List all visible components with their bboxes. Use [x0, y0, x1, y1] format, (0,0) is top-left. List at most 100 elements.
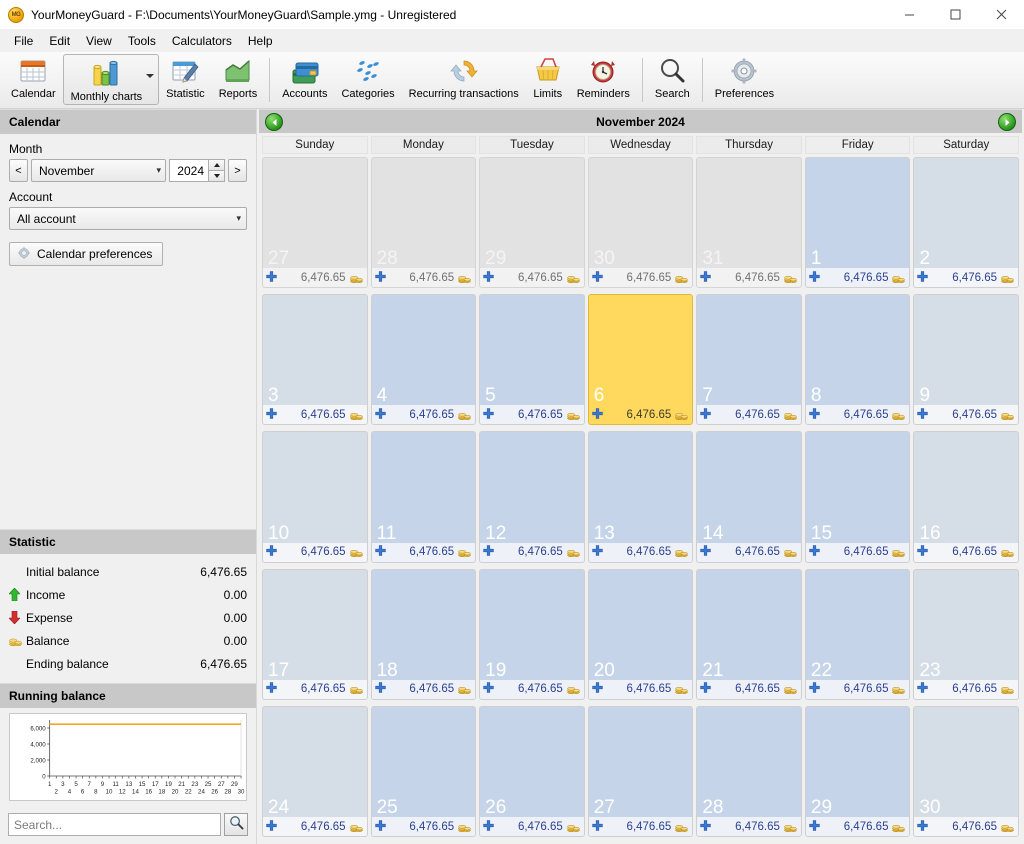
calendar-day-cell[interactable]: 25 6,476.65 [370, 705, 477, 838]
account-combo[interactable]: All account ▾ [9, 207, 247, 230]
blue-plus-icon[interactable] [700, 543, 712, 561]
minimize-button[interactable] [886, 0, 932, 30]
blue-plus-icon[interactable] [374, 680, 386, 698]
coins-icon[interactable] [458, 683, 471, 695]
blue-plus-icon[interactable] [809, 818, 820, 836]
previous-month-arrow-icon[interactable] [265, 113, 283, 131]
close-button[interactable] [978, 0, 1024, 30]
toolbar-button-calendar[interactable]: Calendar [4, 52, 63, 108]
coins-icon[interactable] [349, 546, 363, 558]
coins-icon[interactable] [1001, 683, 1014, 695]
toolbar-button-categories[interactable]: Categories [334, 52, 401, 108]
blue-plus-icon[interactable] [374, 543, 386, 561]
blue-plus-icon[interactable] [917, 818, 929, 836]
coins-icon[interactable] [567, 409, 580, 421]
calendar-day-cell[interactable]: 27 6,476.65 [587, 705, 694, 838]
toolbar-button-reminders[interactable]: Reminders [570, 52, 637, 108]
calendar-day-cell[interactable]: 31 6,476.65 [696, 157, 802, 289]
coins-icon[interactable] [567, 683, 580, 695]
coins-icon[interactable] [784, 821, 797, 833]
blue-plus-icon[interactable] [483, 543, 494, 561]
blue-plus-icon[interactable] [700, 269, 712, 287]
coins-icon[interactable] [458, 821, 471, 833]
blue-plus-icon[interactable] [266, 818, 277, 836]
coins-icon[interactable] [567, 546, 580, 558]
calendar-day-cell[interactable]: 22 6,476.65 [804, 568, 911, 700]
calendar-day-cell[interactable]: 29 6,476.65 [804, 705, 911, 838]
toolbar-button-accounts[interactable]: Accounts [275, 52, 334, 108]
blue-plus-icon[interactable] [700, 680, 712, 698]
calendar-day-cell[interactable]: 12 6,476.65 [479, 431, 585, 563]
calendar-day-cell[interactable]: 18 6,476.65 [370, 568, 477, 700]
blue-plus-icon[interactable] [809, 680, 820, 698]
maximize-button[interactable] [932, 0, 978, 30]
search-button[interactable] [224, 813, 248, 836]
coins-icon[interactable] [349, 683, 363, 695]
blue-plus-icon[interactable] [483, 680, 494, 698]
calendar-day-cell[interactable]: 6 6,476.65 [587, 294, 694, 426]
coins-icon[interactable] [458, 546, 471, 558]
coins-icon[interactable] [892, 272, 906, 284]
toolbar-button-monthly-charts[interactable]: Monthly charts [62, 54, 160, 105]
blue-plus-icon[interactable] [483, 269, 494, 287]
calendar-day-cell[interactable]: 1 6,476.65 [804, 157, 911, 289]
menu-file[interactable]: File [6, 32, 41, 50]
blue-plus-icon[interactable] [592, 818, 603, 836]
toolbar-button-recurring-transactions[interactable]: Recurring transactions [402, 52, 526, 108]
coins-icon[interactable] [349, 272, 363, 284]
blue-plus-icon[interactable] [483, 406, 494, 424]
calendar-day-cell[interactable]: 21 6,476.65 [696, 568, 802, 700]
calendar-day-cell[interactable]: 27 6,476.65 [262, 157, 368, 289]
calendar-day-cell[interactable]: 3 6,476.65 [262, 294, 368, 426]
calendar-day-cell[interactable]: 20 6,476.65 [587, 568, 694, 700]
calendar-day-cell[interactable]: 4 6,476.65 [370, 294, 477, 426]
calendar-day-cell[interactable]: 11 6,476.65 [370, 431, 477, 563]
calendar-day-cell[interactable]: 19 6,476.65 [479, 568, 585, 700]
calendar-day-cell[interactable]: 17 6,476.65 [262, 568, 368, 700]
month-combo[interactable]: November ▾ [31, 159, 166, 182]
blue-plus-icon[interactable] [917, 269, 929, 287]
calendar-day-cell[interactable]: 5 6,476.65 [479, 294, 585, 426]
calendar-day-cell[interactable]: 26 6,476.65 [479, 705, 585, 838]
calendar-day-cell[interactable]: 9 6,476.65 [913, 294, 1020, 426]
menu-help[interactable]: Help [240, 32, 281, 50]
coins-icon[interactable] [784, 409, 797, 421]
toolbar-button-reports[interactable]: Reports [212, 52, 265, 108]
blue-plus-icon[interactable] [374, 406, 386, 424]
year-increment-button[interactable] [208, 159, 225, 170]
coins-icon[interactable] [1001, 409, 1014, 421]
blue-plus-icon[interactable] [592, 543, 603, 561]
blue-plus-icon[interactable] [700, 818, 712, 836]
coins-icon[interactable] [675, 409, 689, 421]
toolbar-button-statistic[interactable]: Statistic [159, 52, 212, 108]
coins-icon[interactable] [675, 272, 689, 284]
calendar-day-cell[interactable]: 7 6,476.65 [696, 294, 802, 426]
year-value[interactable]: 2024 [169, 159, 208, 182]
calendar-day-cell[interactable]: 10 6,476.65 [262, 431, 368, 563]
calendar-day-cell[interactable]: 23 6,476.65 [913, 568, 1020, 700]
calendar-day-cell[interactable]: 30 6,476.65 [587, 157, 694, 289]
coins-icon[interactable] [567, 821, 580, 833]
calendar-day-cell[interactable]: 16 6,476.65 [913, 431, 1020, 563]
blue-plus-icon[interactable] [374, 818, 386, 836]
menu-tools[interactable]: Tools [120, 32, 164, 50]
coins-icon[interactable] [675, 546, 689, 558]
calendar-day-cell[interactable]: 29 6,476.65 [479, 157, 585, 289]
year-decrement-button[interactable] [208, 170, 225, 182]
coins-icon[interactable] [892, 409, 906, 421]
toolbar-button-search[interactable]: Search [648, 52, 697, 108]
prev-month-button[interactable]: < [9, 159, 28, 182]
blue-plus-icon[interactable] [809, 543, 820, 561]
coins-icon[interactable] [784, 546, 797, 558]
coins-icon[interactable] [784, 272, 797, 284]
blue-plus-icon[interactable] [917, 680, 929, 698]
coins-icon[interactable] [675, 821, 689, 833]
calendar-day-cell[interactable]: 30 6,476.65 [913, 705, 1020, 838]
menu-edit[interactable]: Edit [41, 32, 78, 50]
search-input[interactable]: Search... [8, 813, 221, 836]
calendar-day-cell[interactable]: 13 6,476.65 [587, 431, 694, 563]
next-month-button[interactable]: > [228, 159, 247, 182]
blue-plus-icon[interactable] [809, 406, 820, 424]
toolbar-button-limits[interactable]: Limits [526, 52, 570, 108]
blue-plus-icon[interactable] [592, 680, 603, 698]
